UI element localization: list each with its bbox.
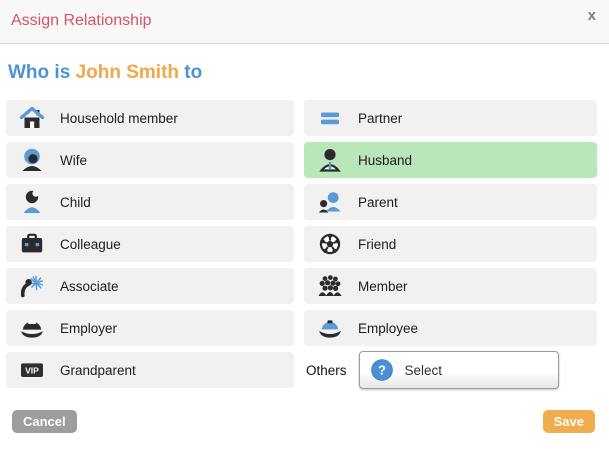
crowd-icon	[317, 273, 343, 299]
others-select-button[interactable]: ? Select	[359, 351, 559, 389]
relationship-option-colleague[interactable]: Colleague	[6, 226, 294, 262]
briefcase-icon	[19, 231, 45, 257]
relationship-option-employer[interactable]: Employer	[6, 310, 294, 346]
relationship-option-label: Associate	[60, 279, 119, 294]
others-select-label: Select	[405, 363, 443, 378]
hardhat-blue-icon	[317, 315, 343, 341]
options-column-right: Partner Husband Parent Friend Member Employee…	[304, 100, 597, 390]
options-column-left: Household member Wife Child Colleague Associ…	[6, 100, 294, 394]
equals-icon	[317, 105, 343, 131]
others-label: Others	[306, 363, 347, 378]
soccer-ball-icon	[317, 231, 343, 257]
relationship-option-associate[interactable]: Associate	[6, 268, 294, 304]
relationship-option-husband[interactable]: Husband	[304, 142, 597, 178]
relationship-option-employee[interactable]: Employee	[304, 310, 597, 346]
relationship-option-child[interactable]: Child	[6, 184, 294, 220]
svg-text:VIP: VIP	[25, 366, 39, 376]
options-column-right-rows: Partner Husband Parent Friend Member Employee	[304, 100, 597, 352]
relationship-option-parent[interactable]: Parent	[304, 184, 597, 220]
question-prefix: Who is	[8, 62, 76, 83]
relationship-option-label: Grandparent	[60, 363, 136, 378]
relationship-option-label: Member	[358, 279, 408, 294]
relationship-option-label: Employer	[60, 321, 117, 336]
hardhat-dark-icon	[19, 315, 45, 341]
question-heading: Who is John Smith to	[8, 62, 202, 84]
parents-icon	[317, 189, 343, 215]
relationship-option-label: Parent	[358, 195, 398, 210]
relationship-option-label: Husband	[358, 153, 412, 168]
house-icon	[19, 105, 45, 131]
others-row: Others ? Select	[304, 350, 597, 390]
relationship-option-friend[interactable]: Friend	[304, 226, 597, 262]
relationship-option-member[interactable]: Member	[304, 268, 597, 304]
modal-header: Assign Relationship x	[0, 0, 609, 44]
man-tie-icon	[317, 147, 343, 173]
assign-relationship-modal: Assign Relationship x Who is John Smith …	[0, 0, 609, 449]
svg-text:?: ?	[378, 363, 386, 378]
woman-icon	[19, 147, 45, 173]
relationship-option-label: Colleague	[60, 237, 121, 252]
person-name: John Smith	[76, 62, 179, 83]
question-suffix: to	[179, 62, 202, 83]
close-icon[interactable]: x	[588, 8, 596, 23]
vip-icon: VIP	[19, 357, 45, 383]
relationship-option-label: Child	[60, 195, 91, 210]
save-button[interactable]: Save	[543, 410, 595, 433]
relationship-option-label: Household member	[60, 111, 178, 126]
relationship-option-household-member[interactable]: Household member	[6, 100, 294, 136]
modal-title: Assign Relationship	[11, 12, 152, 30]
relationship-option-wife[interactable]: Wife	[6, 142, 294, 178]
question-icon: ?	[371, 359, 393, 381]
cancel-button[interactable]: Cancel	[12, 410, 77, 433]
relationship-option-partner[interactable]: Partner	[304, 100, 597, 136]
associate-icon	[19, 273, 45, 299]
relationship-option-label: Employee	[358, 321, 418, 336]
relationship-option-label: Partner	[358, 111, 402, 126]
relationship-option-label: Wife	[60, 153, 87, 168]
child-icon	[19, 189, 45, 215]
relationship-option-grandparent[interactable]: VIP Grandparent	[6, 352, 294, 388]
relationship-option-label: Friend	[358, 237, 396, 252]
